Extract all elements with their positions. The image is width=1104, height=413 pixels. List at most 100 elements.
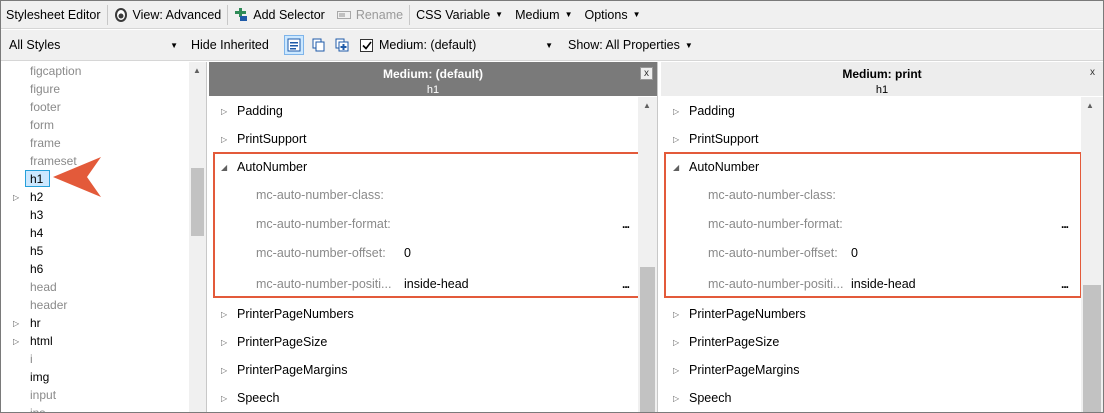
expand-icon[interactable]: ▷ [673, 310, 679, 319]
property-group[interactable]: ▷ PrinterPageSize [661, 332, 1081, 352]
expand-icon[interactable]: ▷ [673, 338, 679, 347]
medium-checkbox[interactable] [360, 38, 373, 52]
selector-item[interactable]: i [1, 350, 189, 368]
expand-icon[interactable]: ▷ [221, 135, 227, 144]
options-menu[interactable]: Options ▼ [578, 1, 646, 29]
selector-label: h3 [30, 208, 44, 222]
panel-title: Medium: (default) [383, 67, 483, 81]
property-group-name: PrinterPageMargins [237, 363, 348, 377]
property-group[interactable]: ▷ PrinterPageNumbers [661, 304, 1081, 324]
selector-list: figcaption figure footer form frame frameset h… [1, 62, 189, 412]
copy-icon[interactable] [309, 35, 329, 55]
property-group-name: PrinterPageNumbers [237, 307, 354, 321]
scroll-up-icon[interactable]: ▲ [193, 66, 201, 75]
view-button[interactable]: View: Advanced [108, 1, 228, 29]
hide-inherited-button[interactable]: Hide Inherited [191, 35, 269, 55]
scrollbar-thumb[interactable] [1083, 285, 1101, 412]
property-group-name: Padding [237, 104, 283, 118]
property-group[interactable]: ▷ PrinterPageSize [209, 332, 639, 352]
property-group-name: PrinterPageNumbers [689, 307, 806, 321]
selector-label: h6 [30, 262, 44, 276]
property-group[interactable]: ▷ PrinterPageNumbers [209, 304, 639, 324]
panel-scrollbar[interactable]: ▲ [638, 97, 657, 412]
selector-item[interactable]: input [1, 386, 189, 404]
selector-label: h5 [30, 244, 44, 258]
chevron-down-icon: ▼ [545, 40, 553, 50]
selector-list-scrollbar[interactable]: ▲ [189, 62, 206, 412]
chevron-down-icon: ▼ [495, 10, 504, 19]
scrollbar-thumb[interactable] [191, 168, 204, 236]
medium-selector[interactable]: Medium: (default) ▼ [360, 34, 556, 56]
list-view-icon[interactable] [284, 35, 304, 55]
expand-icon[interactable]: ▷ [221, 107, 227, 116]
chevron-down-icon: ▼ [684, 40, 693, 50]
property-group-name: PrinterPageSize [689, 335, 780, 349]
css-variable-label: CSS Variable [416, 7, 491, 22]
add-selector-button[interactable]: Add Selector [228, 1, 331, 29]
selector-item[interactable]: ▷ hr [1, 314, 189, 332]
expand-icon[interactable]: ▷ [221, 394, 227, 403]
panel-subtitle: h1 [875, 84, 889, 96]
scroll-up-icon[interactable]: ▲ [643, 101, 651, 110]
expand-icon[interactable]: ▷ [221, 310, 227, 319]
selector-item[interactable]: frame [1, 134, 189, 152]
styles-filter-dropdown[interactable]: All Styles ▼ [9, 34, 181, 56]
selector-item[interactable]: head [1, 278, 189, 296]
rename-button[interactable]: Rename [331, 1, 409, 29]
property-group[interactable]: ▷ Padding [661, 101, 1081, 121]
selector-item[interactable]: figcaption [1, 62, 189, 80]
chevron-down-icon: ▼ [170, 40, 178, 50]
selector-item[interactable]: img [1, 368, 189, 386]
property-group[interactable]: ▷ Speech [209, 388, 639, 408]
css-variable-menu[interactable]: CSS Variable ▼ [410, 1, 509, 29]
expand-icon[interactable]: ▷ [13, 319, 19, 328]
options-label: Options [584, 7, 628, 22]
panel-scrollbar[interactable]: ▲ [1081, 97, 1103, 412]
selector-label: figcaption [30, 64, 82, 78]
selector-item[interactable]: header [1, 296, 189, 314]
add-medium-icon[interactable] [332, 35, 352, 55]
property-group-name: PrintSupport [237, 132, 307, 146]
property-group[interactable]: ▷ PrintSupport [209, 129, 639, 149]
selector-item[interactable]: figure [1, 80, 189, 98]
expand-icon[interactable]: ▷ [673, 394, 679, 403]
expand-icon[interactable]: ▷ [13, 193, 19, 202]
close-icon[interactable]: x [1086, 67, 1099, 80]
selector-item[interactable]: h4 [1, 224, 189, 242]
property-group-name: PrinterPageMargins [689, 363, 800, 377]
close-icon[interactable]: x [640, 67, 653, 80]
property-group[interactable]: ▷ PrintSupport [661, 129, 1081, 149]
selector-item[interactable]: h3 [1, 206, 189, 224]
property-group-name: PrinterPageSize [237, 335, 328, 349]
selector-item[interactable]: ▷ html [1, 332, 189, 350]
medium-menu[interactable]: Medium ▼ [509, 1, 578, 29]
selector-item[interactable]: ins [1, 404, 189, 412]
property-group[interactable]: ▷ PrinterPageMargins [661, 360, 1081, 380]
styles-filter-value: All Styles [9, 38, 61, 52]
scroll-up-icon[interactable]: ▲ [1086, 101, 1094, 110]
expand-icon[interactable]: ▷ [13, 337, 19, 346]
property-group-name: Speech [689, 391, 732, 405]
stylesheet-editor-window: Stylesheet Editor View: Advanced Add Sel… [0, 0, 1104, 413]
selector-list-pane: figcaption figure footer form frame frameset h… [1, 62, 207, 412]
expand-icon[interactable]: ▷ [673, 107, 679, 116]
property-group[interactable]: ▷ Padding [209, 101, 639, 121]
show-properties-dropdown[interactable]: Show: All Properties ▼ [568, 35, 693, 55]
expand-icon[interactable]: ▷ [221, 366, 227, 375]
selector-item[interactable]: h5 [1, 242, 189, 260]
selector-item[interactable]: form [1, 116, 189, 134]
expand-icon[interactable]: ▷ [673, 366, 679, 375]
selector-item[interactable]: h6 [1, 260, 189, 278]
scrollbar-thumb[interactable] [640, 267, 655, 412]
autonumber-highlight [664, 152, 1082, 298]
property-group[interactable]: ▷ Speech [661, 388, 1081, 408]
add-selector-icon [234, 7, 248, 22]
show-properties-label: Show: All Properties [568, 38, 680, 52]
selector-label: h4 [30, 226, 44, 240]
expand-icon[interactable]: ▷ [221, 338, 227, 347]
expand-icon[interactable]: ▷ [673, 135, 679, 144]
selector-item[interactable]: footer [1, 98, 189, 116]
selector-label: footer [30, 100, 61, 114]
property-group[interactable]: ▷ PrinterPageMargins [209, 360, 639, 380]
selector-label: header [30, 298, 68, 312]
